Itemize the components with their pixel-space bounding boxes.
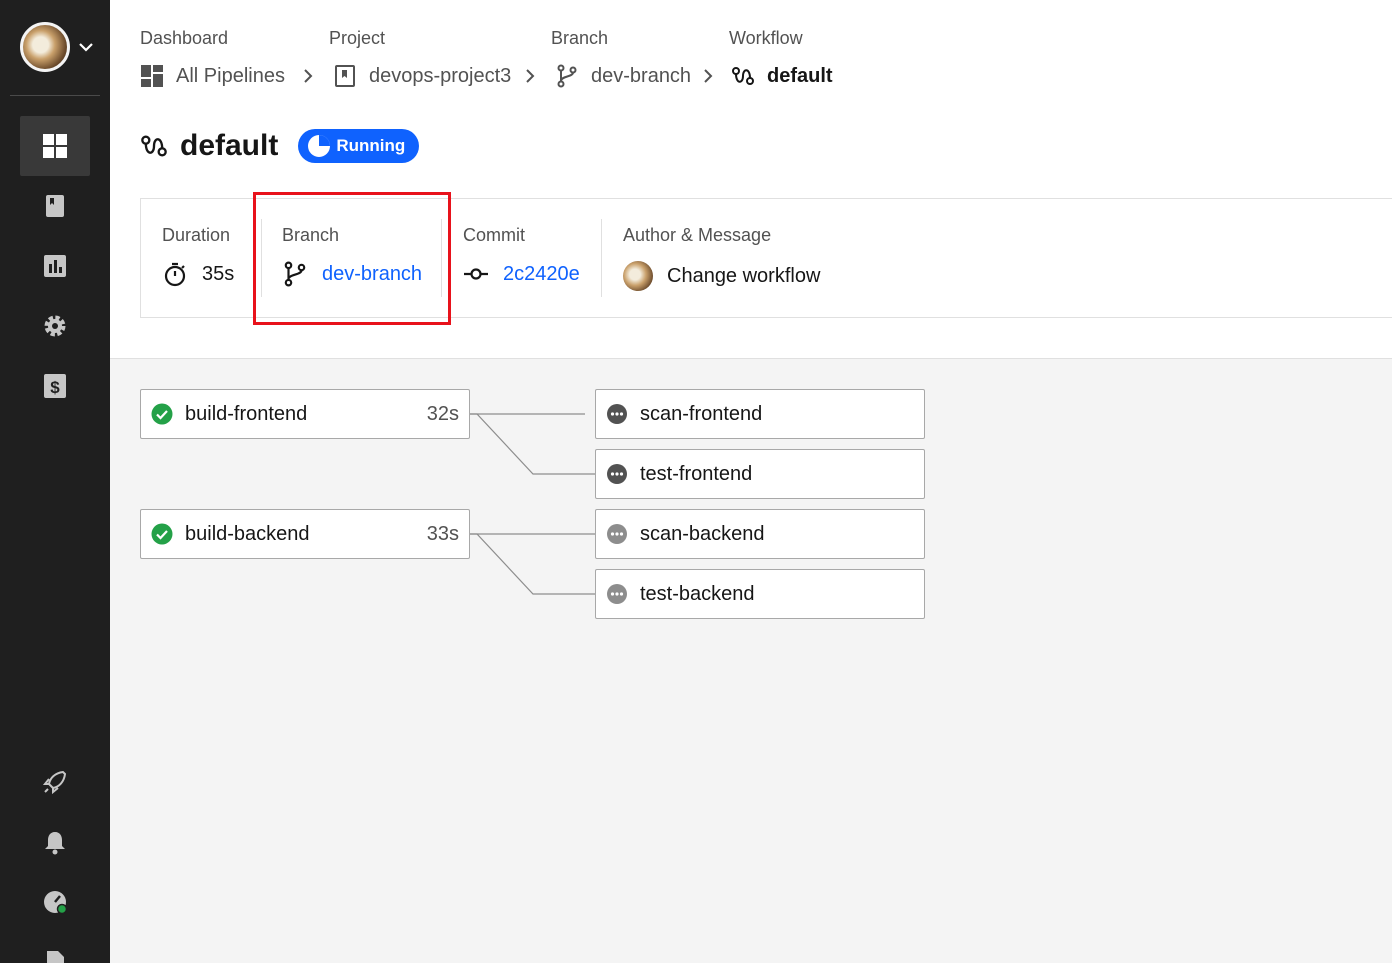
nav-notifications[interactable] bbox=[20, 812, 90, 872]
job-name: scan-frontend bbox=[640, 402, 763, 425]
commit-link[interactable]: 2c2420e bbox=[503, 263, 580, 286]
branch-link[interactable]: dev-branch bbox=[555, 64, 691, 88]
duration-text: 35s bbox=[202, 262, 235, 285]
bell-icon bbox=[45, 832, 65, 855]
nav-projects[interactable] bbox=[20, 176, 90, 236]
nav-dashboard[interactable] bbox=[20, 116, 90, 176]
breadcrumb-label: Workflow bbox=[729, 28, 803, 48]
duration-label: Duration bbox=[162, 225, 231, 245]
user-menu[interactable] bbox=[20, 22, 100, 74]
breadcrumb-value: All Pipelines bbox=[176, 64, 285, 87]
breadcrumb-value: devops-project3 bbox=[369, 64, 512, 87]
job-test-frontend[interactable]: test-frontend bbox=[595, 449, 925, 499]
nav-billing[interactable]: $ bbox=[20, 356, 90, 416]
branch-value: dev-branch bbox=[282, 261, 422, 287]
job-scan-frontend[interactable]: scan-frontend bbox=[595, 389, 925, 439]
chevron-right-icon bbox=[704, 69, 713, 83]
pending-icon bbox=[607, 524, 627, 544]
dashboard-icon bbox=[43, 134, 67, 158]
success-icon bbox=[151, 403, 173, 425]
divider bbox=[601, 219, 602, 297]
breadcrumb-value: dev-branch bbox=[591, 64, 692, 87]
svg-text:$: $ bbox=[50, 378, 60, 397]
job-name: build-backend bbox=[185, 522, 310, 545]
branch-icon bbox=[284, 261, 306, 287]
chevron-down-icon bbox=[79, 43, 93, 52]
dashboard-icon bbox=[141, 65, 163, 87]
pending-icon bbox=[607, 584, 627, 604]
rocket-icon bbox=[42, 770, 67, 795]
pending-icon bbox=[607, 464, 627, 484]
project-icon bbox=[335, 65, 355, 87]
breadcrumb-branch: Branch dev-branch bbox=[551, 28, 691, 88]
nav-status[interactable] bbox=[20, 872, 90, 932]
breadcrumb-label: Dashboard bbox=[140, 28, 229, 48]
chevron-right-icon bbox=[304, 69, 313, 83]
job-build-backend[interactable]: build-backend 33s bbox=[140, 509, 470, 559]
workflow-icon bbox=[141, 135, 167, 157]
stopwatch-icon bbox=[164, 262, 186, 287]
breadcrumb-workflow: Workflow default bbox=[729, 28, 833, 87]
workflow-current: default bbox=[731, 64, 833, 88]
workflow-icon bbox=[732, 67, 754, 85]
branch-link[interactable]: dev-branch bbox=[322, 263, 422, 286]
billing-icon: $ bbox=[44, 374, 66, 398]
nav-insights[interactable] bbox=[20, 236, 90, 296]
job-name: test-backend bbox=[640, 582, 755, 605]
breadcrumb-label: Project bbox=[329, 28, 386, 48]
page-title: default bbox=[180, 129, 279, 162]
job-duration: 33s bbox=[426, 522, 459, 545]
commit-icon bbox=[464, 268, 488, 280]
job-build-frontend[interactable]: build-frontend 32s bbox=[140, 389, 470, 439]
divider bbox=[441, 219, 442, 297]
sidebar-divider bbox=[10, 95, 100, 96]
commit-value: 2c2420e bbox=[463, 261, 580, 287]
docs-icon bbox=[47, 951, 64, 963]
status-label: Running bbox=[336, 136, 406, 155]
breadcrumb-dashboard: Dashboard All Pipelines bbox=[140, 28, 285, 87]
commit-message: Change workflow bbox=[667, 264, 821, 287]
nav-whats-new[interactable] bbox=[20, 752, 90, 812]
sidebar: $ bbox=[0, 0, 110, 963]
job-duration: 32s bbox=[426, 402, 459, 425]
job-test-backend[interactable]: test-backend bbox=[595, 569, 925, 619]
page-header: default Running bbox=[140, 128, 420, 164]
job-scan-backend[interactable]: scan-backend bbox=[595, 509, 925, 559]
chevron-right-icon bbox=[526, 69, 535, 83]
commit-label: Commit bbox=[463, 225, 525, 245]
avatar bbox=[20, 22, 70, 72]
running-icon bbox=[308, 135, 331, 157]
workflow-summary: Duration 35s Branch dev-branch Commit 2c… bbox=[140, 198, 1392, 318]
job-name: test-frontend bbox=[640, 462, 753, 485]
author-label: Author & Message bbox=[623, 225, 772, 245]
pending-icon bbox=[607, 404, 627, 424]
duration-value: 35s bbox=[162, 261, 234, 287]
pipeline-graph: build-frontend 32s build-backend 33s sca… bbox=[110, 358, 1392, 963]
nav-docs[interactable] bbox=[20, 932, 90, 963]
project-link[interactable]: devops-project3 bbox=[333, 64, 511, 88]
all-pipelines-link[interactable]: All Pipelines bbox=[140, 64, 285, 88]
insights-icon bbox=[44, 255, 66, 277]
author-avatar bbox=[623, 261, 653, 291]
nav-settings[interactable] bbox=[20, 296, 90, 356]
breadcrumb-label: Branch bbox=[551, 28, 609, 48]
job-name: scan-backend bbox=[640, 522, 765, 545]
project-icon bbox=[46, 195, 64, 217]
settings-icon bbox=[44, 315, 66, 337]
divider bbox=[261, 219, 262, 297]
branch-icon bbox=[557, 64, 577, 88]
breadcrumb-value: default bbox=[767, 64, 833, 87]
author-value: Change workflow bbox=[623, 261, 820, 291]
success-icon bbox=[151, 523, 173, 545]
breadcrumb-project: Project devops-project3 bbox=[329, 28, 511, 87]
job-name: build-frontend bbox=[185, 402, 308, 425]
status-icon bbox=[44, 891, 68, 915]
status-badge: Running bbox=[298, 129, 420, 163]
branch-label: Branch bbox=[282, 225, 340, 245]
